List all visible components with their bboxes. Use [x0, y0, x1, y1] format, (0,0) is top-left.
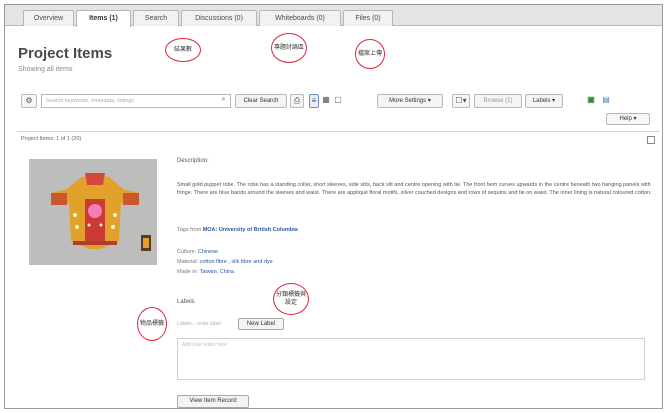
select-checkbox-icon[interactable]: ☐▾ — [452, 94, 470, 108]
material-label: Material: — [177, 259, 199, 265]
puppet-robe-image — [29, 159, 157, 265]
made-in-label: Made in: — [177, 269, 199, 275]
view-item-record-button[interactable]: View Item Record — [177, 395, 249, 408]
tags-line: Tags from MOA: University of British Col… — [177, 227, 298, 233]
tags-prefix: Tags from — [177, 227, 202, 233]
tab-items[interactable]: Items (1) — [76, 10, 131, 27]
search-icon[interactable]: ⌕ — [218, 94, 229, 108]
made-in-line: Made in: Taiwan, China — [177, 269, 234, 275]
clear-search-button[interactable]: Clear Search — [235, 94, 287, 108]
labels-heading: Labels — [177, 299, 195, 305]
tab-overview[interactable]: Overview — [23, 10, 74, 26]
tab-search[interactable]: Search — [133, 10, 179, 26]
culture-line: Culture: Chinese — [177, 249, 218, 255]
map-icon[interactable]: ▤ — [600, 94, 612, 108]
description-label: Description: — [177, 158, 209, 164]
description-text: Small gold puppet robe. The robe has a s… — [177, 182, 652, 196]
item-thumbnail[interactable] — [29, 159, 157, 265]
notes-textarea[interactable]: Add your notes here — [177, 338, 645, 380]
labels-input[interactable]: Labels... enter label — [177, 319, 235, 330]
made-in-link[interactable]: Taiwan, China — [200, 269, 235, 275]
app-frame: Overview Items (1) Search Discussions (0… — [4, 4, 663, 409]
tags-source-link[interactable]: MOA: University of British Columbia — [203, 227, 298, 233]
search-input[interactable]: Search keywords, metadata, listings — [41, 94, 231, 108]
help-button[interactable]: Help ▾ — [606, 113, 650, 125]
more-settings-button[interactable]: More Settings ▾ — [377, 94, 443, 108]
result-count: Project Items: 1 of 1 (20) — [21, 136, 82, 142]
tab-files[interactable]: Files (0) — [343, 10, 393, 26]
list-view-icon[interactable]: ≡ — [309, 94, 319, 108]
annotation-discussions: 專題討論區 — [271, 33, 307, 63]
material-line: Material: cotton fibre , silk fibre and … — [177, 259, 273, 265]
excel-export-icon[interactable]: ▣ — [585, 94, 597, 108]
new-label-button[interactable]: New Label — [238, 318, 284, 330]
culture-link[interactable]: Chinese — [198, 249, 218, 255]
gallery-view-icon[interactable]: ▢ — [333, 94, 343, 108]
settings-gear-icon[interactable]: ⚙ — [21, 94, 37, 108]
page-subtitle: Showing all items — [18, 66, 73, 73]
grid-view-icon[interactable]: ▦ — [321, 94, 331, 108]
print-icon[interactable]: ⎙ — [290, 94, 304, 108]
browse-button[interactable]: Browse (1) — [474, 94, 522, 108]
labels-button[interactable]: Labels ▾ — [525, 94, 563, 108]
material-link[interactable]: cotton fibre , silk fibre and dye — [200, 259, 273, 265]
annotation-result-count: 結果數 — [165, 38, 201, 62]
divider — [17, 131, 660, 132]
page-title: Project Items — [18, 45, 113, 62]
annotation-files: 檔案上傳 — [355, 39, 385, 69]
select-all-checkbox[interactable] — [647, 136, 655, 144]
tab-bar: Overview Items (1) Search Discussions (0… — [5, 5, 662, 27]
culture-label: Culture: — [177, 249, 197, 255]
toolbar: ⚙ Search keywords, metadata, listings ⌕ … — [15, 91, 659, 111]
tab-discussions[interactable]: Discussions (0) — [181, 10, 257, 26]
annotation-item-labels: 物品標籤 — [137, 307, 167, 341]
tab-whiteboards[interactable]: Whiteboards (0) — [259, 10, 341, 26]
annotation-label-settings: 分類標籤與設定 — [273, 283, 309, 315]
